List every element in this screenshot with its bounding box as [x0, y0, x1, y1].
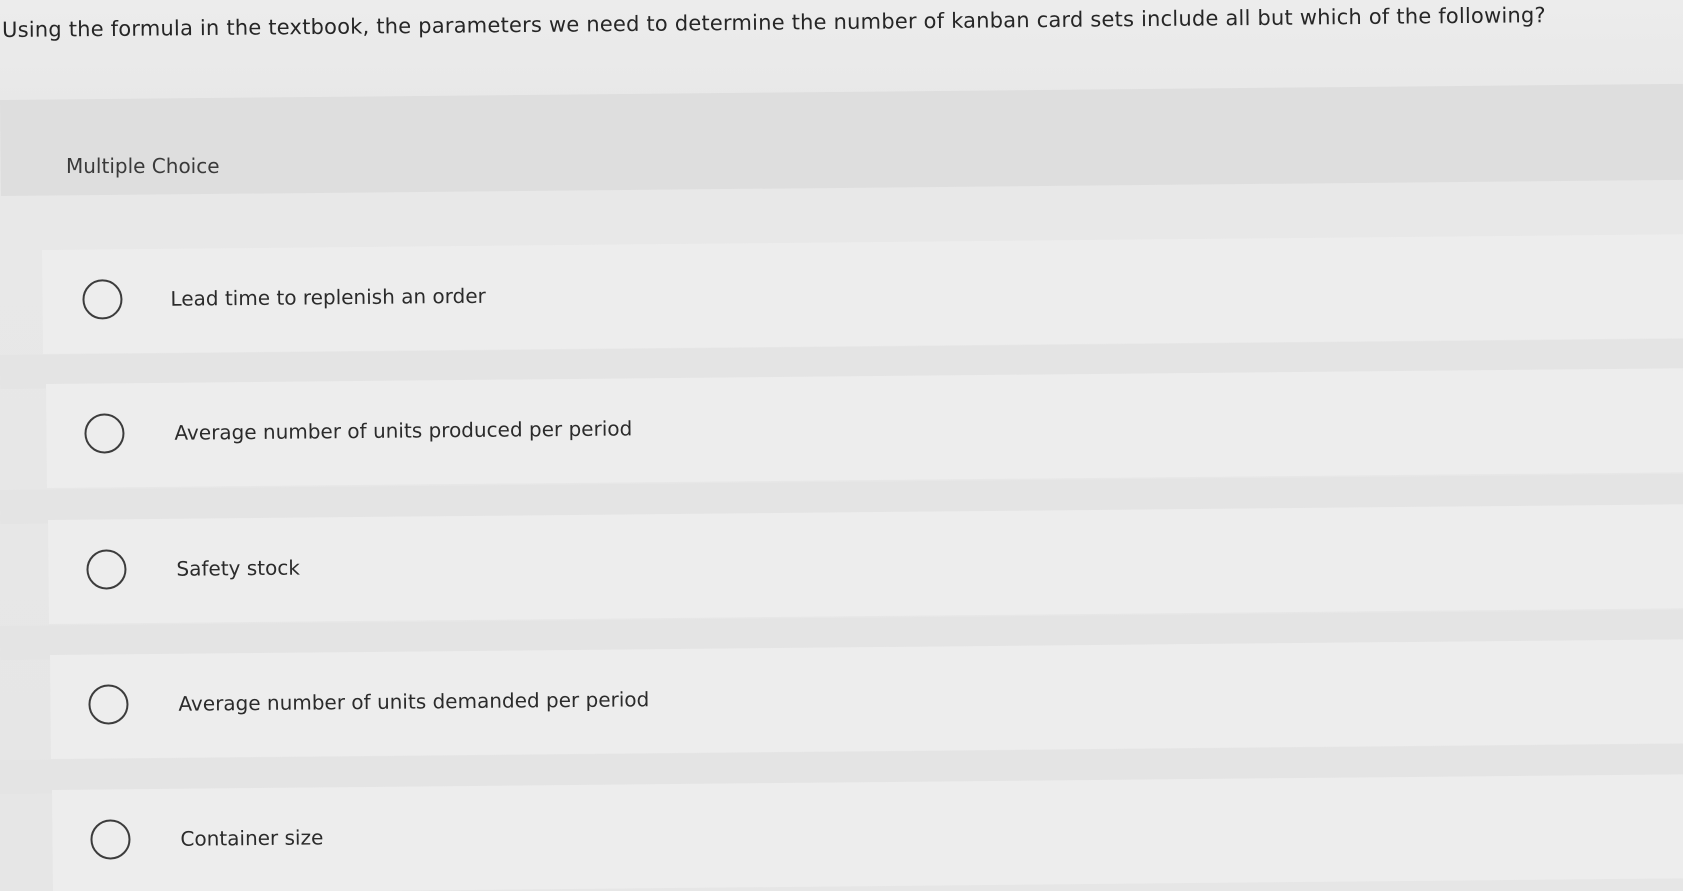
radio-button-icon[interactable] [90, 819, 131, 860]
radio-button-icon[interactable] [84, 413, 125, 454]
choice-label: Safety stock [176, 555, 301, 581]
radio-button-icon[interactable] [86, 549, 127, 590]
choice-label: Container size [180, 825, 324, 851]
choice-option-3[interactable]: Safety stock [48, 504, 1683, 624]
choice-option-2[interactable]: Average number of units produced per per… [46, 368, 1683, 488]
choice-option-5[interactable]: Container size [52, 774, 1683, 891]
choice-label: Average number of units demanded per per… [178, 687, 650, 716]
quiz-page: Using the formula in the textbook, the p… [0, 0, 1683, 891]
choice-list: Lead time to replenish an order Average … [0, 0, 1683, 891]
choice-option-4[interactable]: Average number of units demanded per per… [50, 639, 1683, 759]
choice-label: Lead time to replenish an order [170, 283, 486, 311]
choice-label: Average number of units produced per per… [174, 416, 633, 445]
radio-button-icon[interactable] [88, 684, 129, 725]
radio-button-icon[interactable] [82, 279, 123, 320]
choice-option-1[interactable]: Lead time to replenish an order [42, 234, 1683, 354]
